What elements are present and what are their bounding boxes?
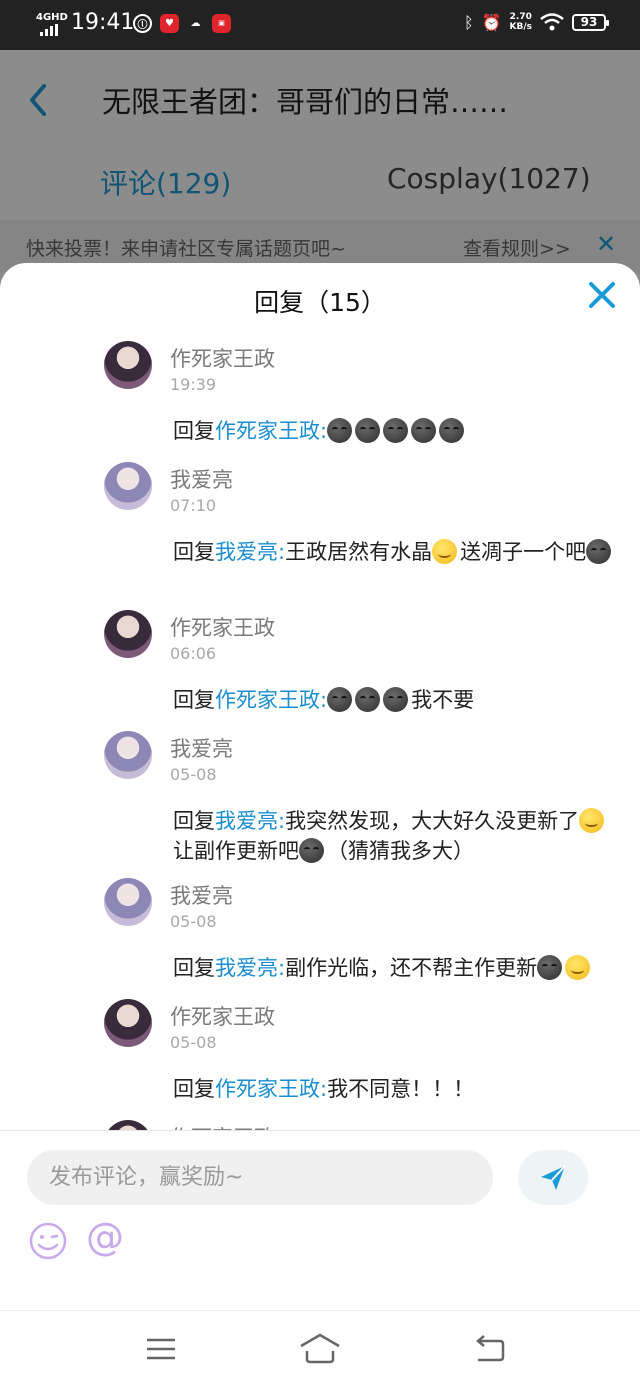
mention-at-button[interactable]: @ [86, 1215, 124, 1259]
send-button[interactable] [518, 1150, 588, 1205]
reply-text: 回复我爱亮:王政居然有水晶 送凋子一个吧 [173, 537, 623, 567]
close-icon[interactable] [586, 279, 618, 311]
avatar[interactable] [104, 610, 152, 658]
home-icon[interactable] [298, 1331, 342, 1365]
list-item: 我爱亮 07:10 回复我爱亮:王政居然有水晶 送凋子一个吧 [0, 454, 640, 602]
app-notification-icon: ♥ [160, 14, 179, 33]
list-item: 作死家王政 [0, 1112, 640, 1131]
wifi-icon [540, 13, 564, 31]
status-time: 19:41 [71, 10, 135, 35]
status-bar: 4GHD 19:41 ⓛ ♥ ☁ ▣ ᛒ ⏰ 2.70 KB/s 93 [0, 0, 640, 50]
comment-time: 05-08 [170, 912, 217, 931]
reply-list[interactable]: 作死家王政 19:39 回复作死家王政: 我爱亮 07:10 回复我爱亮:王政居… [0, 333, 640, 1131]
app-notification-icon: ▣ [212, 14, 231, 33]
back-icon[interactable] [472, 1333, 506, 1365]
avatar[interactable] [104, 341, 152, 389]
comment-username[interactable]: 作死家王政 [170, 612, 275, 642]
list-item: 作死家王政 06:06 回复作死家王政: 我不要 [0, 602, 640, 723]
reply-mention[interactable]: 我爱亮: [215, 809, 285, 833]
system-nav-bar [0, 1310, 640, 1387]
dark-face-emoji-icon [383, 687, 409, 712]
dark-face-emoji-icon [327, 687, 353, 712]
avatar[interactable] [104, 999, 152, 1047]
reply-mention[interactable]: 作死家王政: [215, 1077, 327, 1101]
list-item: 作死家王政 19:39 回复作死家王政: [0, 333, 640, 454]
comment-username[interactable]: 我爱亮 [170, 464, 233, 494]
app-notification-icon: ⓛ [133, 14, 152, 33]
comment-username[interactable]: 作死家王政 [170, 1001, 275, 1031]
list-item: 作死家王政 05-08 回复作死家王政:我不同意！！！ [0, 991, 640, 1112]
avatar[interactable] [104, 878, 152, 926]
reply-text: 回复我爱亮:副作光临，还不帮主作更新 [173, 953, 623, 983]
reply-mention[interactable]: 我爱亮: [215, 956, 285, 980]
smirk-emoji-icon [579, 808, 605, 833]
comment-time: 05-08 [170, 1033, 217, 1052]
comment-username[interactable]: 我爱亮 [170, 733, 233, 763]
comment-time: 07:10 [170, 496, 217, 515]
avatar[interactable] [104, 731, 152, 779]
comment-username[interactable]: 作死家王政 [170, 343, 275, 373]
comment-input[interactable] [27, 1150, 493, 1205]
dark-face-emoji-icon [299, 838, 324, 863]
smirk-emoji-icon [565, 955, 591, 980]
menu-icon[interactable] [145, 1333, 177, 1365]
reply-mention[interactable]: 作死家王政: [215, 419, 327, 443]
reply-text: 回复作死家王政: 我不要 [173, 687, 475, 712]
reply-text: 回复我爱亮:我突然发现，大大好久没更新了让副作更新吧 （猜猜我多大） [173, 806, 623, 866]
cloud-icon: ☁ [190, 18, 201, 29]
sheet-title: 回复（15） [254, 288, 386, 317]
comment-time: 19:39 [170, 375, 217, 394]
dark-face-emoji-icon [586, 539, 612, 564]
reply-mention[interactable]: 我爱亮: [215, 540, 285, 564]
comment-username[interactable]: 我爱亮 [170, 880, 233, 910]
reply-mention[interactable]: 作死家王政: [215, 688, 327, 712]
list-item: 我爱亮 05-08 回复我爱亮:副作光临，还不帮主作更新 [0, 870, 640, 991]
dark-face-emoji-icon [411, 418, 437, 443]
dark-face-emoji-icon [327, 418, 353, 443]
comment-time: 05-08 [170, 765, 217, 784]
send-icon [541, 1164, 566, 1190]
comment-time: 06:06 [170, 644, 217, 663]
emoji-icon[interactable] [28, 1221, 68, 1261]
battery-indicator: 93 [572, 13, 609, 31]
smirk-emoji-icon [432, 539, 458, 564]
alarm-icon: ⏰ [481, 12, 502, 32]
reply-text: 回复作死家王政:我不同意！！！ [173, 1077, 475, 1101]
reply-text: 回复作死家王政: [173, 416, 623, 446]
network-type: 4GHD [36, 12, 68, 23]
network-speed: 2.70 KB/s [509, 12, 532, 32]
dark-face-emoji-icon [355, 687, 381, 712]
list-item: 我爱亮 05-08 回复我爱亮:我突然发现，大大好久没更新了让副作更新吧 （猜猜我… [0, 723, 640, 870]
comment-composer: @ [0, 1130, 640, 1310]
dark-face-emoji-icon [383, 418, 409, 443]
signal-icon [40, 24, 58, 36]
dark-face-emoji-icon [439, 418, 465, 443]
dark-face-emoji-icon [537, 955, 563, 980]
dark-face-emoji-icon [355, 418, 381, 443]
avatar[interactable] [104, 462, 152, 510]
reply-sheet: 回复（15） 作死家王政 19:39 回复作死家王政: 我爱亮 07:10 回复… [0, 263, 640, 1387]
bluetooth-icon: ᛒ [463, 12, 474, 32]
